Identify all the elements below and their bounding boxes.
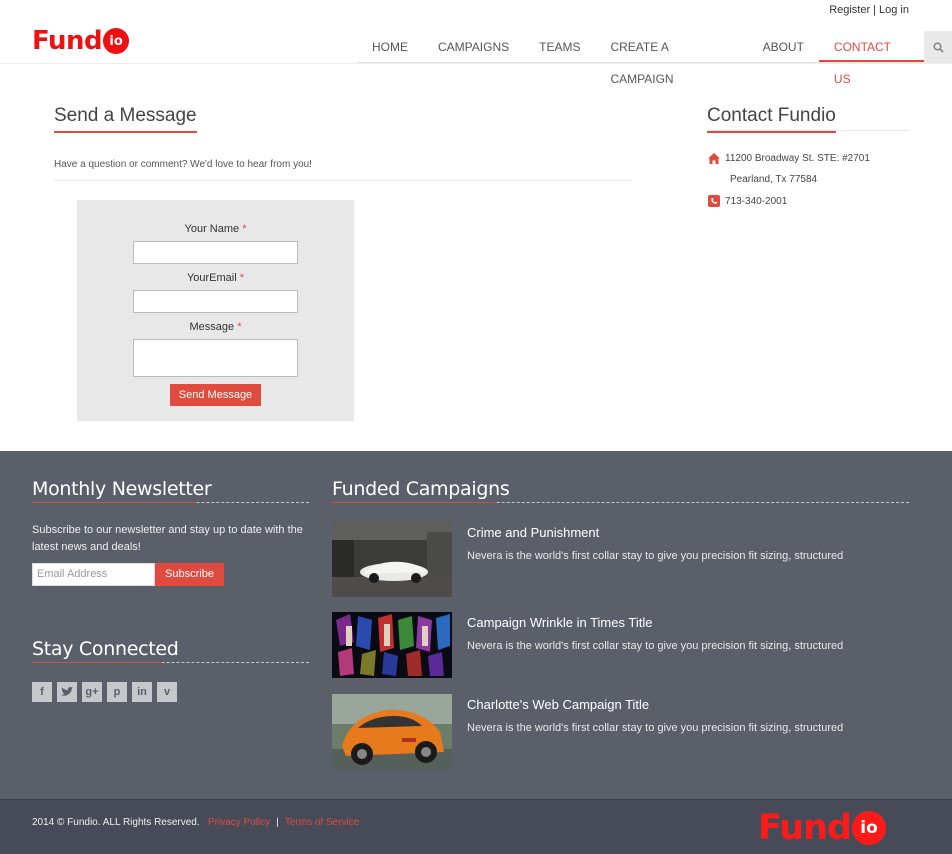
newsletter-underline: [32, 502, 197, 503]
campaign-description: Nevera is the world's first collar stay …: [467, 722, 844, 734]
campaign-thumbnail[interactable]: [332, 694, 452, 769]
top-links: Register | Log in: [829, 4, 909, 16]
site-logo[interactable]: Fund io: [32, 26, 130, 56]
campaign-title[interactable]: Campaign Wrinkle in Times Title: [467, 615, 652, 630]
pinterest-icon[interactable]: p: [107, 682, 127, 702]
search-button[interactable]: [924, 31, 952, 63]
nav-campaigns[interactable]: CAMPAIGNS: [423, 31, 524, 62]
nav-contact-us[interactable]: CONTACT US: [818, 31, 925, 86]
linkedin-icon[interactable]: in: [132, 682, 152, 702]
campaign-thumbnail[interactable]: [332, 522, 452, 597]
message-textarea[interactable]: [133, 339, 298, 377]
header-divider: [0, 63, 952, 64]
search-icon: [933, 41, 944, 53]
facebook-icon[interactable]: f: [32, 682, 52, 702]
funded-campaigns-title: Funded Campaigns: [332, 478, 510, 500]
message-intro: Have a question or comment? We'd love to…: [54, 159, 312, 170]
phone-number: 713-340-2001: [725, 195, 788, 207]
nav-home[interactable]: HOME: [357, 31, 423, 62]
newsletter-text: Subscribe to our newsletter and stay up …: [32, 524, 303, 553]
campaign-description: Nevera is the world's first collar stay …: [467, 640, 844, 652]
social-links: f g+ p in v: [32, 682, 177, 702]
contact-title-rule: [707, 130, 909, 131]
email-input[interactable]: [133, 290, 298, 313]
campaign-title[interactable]: Charlotte's Web Campaign Title: [467, 697, 649, 712]
main-nav: HOME CAMPAIGNS TEAMS CREATE A CAMPAIGN A…: [357, 31, 952, 86]
nav-teams[interactable]: TEAMS: [524, 31, 595, 62]
nav-about[interactable]: ABOUT: [748, 31, 819, 62]
stay-connected-underline: [32, 662, 162, 663]
logo-badge: io: [103, 28, 130, 54]
bottom-bar: 2014 © Fundio. ALL Rights Reserved. Priv…: [0, 799, 952, 854]
contact-phone: 713-340-2001: [707, 195, 787, 207]
footer-logo-badge: io: [852, 811, 887, 845]
terms-of-service-link[interactable]: Terms of Service: [285, 817, 359, 828]
login-link[interactable]: Log in: [879, 4, 909, 16]
funded-underline: [332, 502, 495, 503]
home-icon: [707, 152, 720, 164]
copyright-line: 2014 © Fundio. ALL Rights Reserved. Priv…: [32, 817, 359, 828]
top-links-separator: |: [873, 4, 877, 16]
register-link[interactable]: Register: [829, 4, 870, 16]
nav-create-campaign[interactable]: CREATE A CAMPAIGN: [595, 31, 747, 86]
footer-separator: |: [276, 817, 279, 828]
campaign-title[interactable]: Crime and Punishment: [467, 525, 599, 540]
campaign-description: Nevera is the world's first collar stay …: [467, 550, 844, 562]
name-label: Your Name *: [184, 223, 247, 235]
footer-logo-word: Fund: [758, 808, 852, 848]
phone-icon: [707, 195, 720, 207]
contact-fundio-title: Contact Fundio: [707, 105, 836, 133]
google-plus-icon[interactable]: g+: [82, 682, 102, 702]
campaign-thumbnail[interactable]: [332, 612, 452, 678]
contact-form: Your Name * YourEmail * Message * Send M…: [77, 200, 354, 421]
intro-divider: [54, 180, 632, 181]
subscribe-button[interactable]: Subscribe: [155, 563, 224, 586]
message-label: Message *: [189, 321, 242, 333]
stay-connected-title: Stay Connected: [32, 638, 179, 660]
contact-address: 11200 Broadway St. STE: #2701: [707, 152, 870, 164]
address-line-2: Pearland, Tx 77584: [730, 174, 818, 185]
newsletter-title: Monthly Newsletter: [32, 478, 212, 500]
name-input[interactable]: [133, 241, 298, 264]
twitter-icon[interactable]: [57, 682, 77, 702]
copyright-text: 2014 © Fundio. ALL Rights Reserved.: [32, 817, 200, 828]
vimeo-icon[interactable]: v: [157, 682, 177, 702]
footer-logo[interactable]: Fund io: [758, 808, 887, 848]
logo-word: Fund: [32, 26, 103, 56]
send-message-button[interactable]: Send Message: [170, 384, 261, 406]
privacy-policy-link[interactable]: Privacy Policy: [208, 817, 270, 828]
newsletter-email-input[interactable]: Email Address: [32, 563, 155, 586]
address-line-1: 11200 Broadway St. STE: #2701: [725, 152, 870, 164]
send-message-title: Send a Message: [54, 105, 197, 133]
email-label: YourEmail *: [186, 272, 245, 284]
